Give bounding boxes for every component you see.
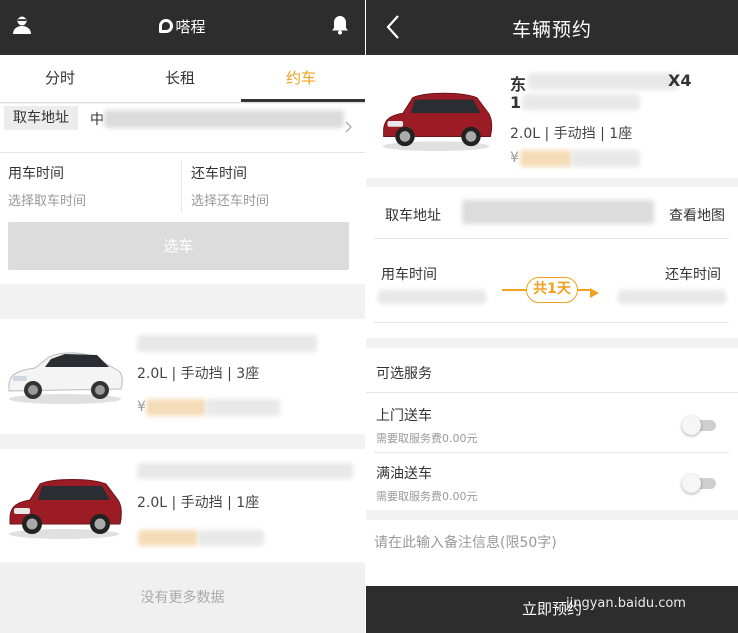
pickup-address-label: 取车地址 — [4, 106, 78, 130]
arrow-right-icon — [590, 284, 600, 303]
start-time-input[interactable]: 选择取车时间 — [8, 190, 86, 209]
end-time-label: 还车时间 — [665, 267, 721, 283]
service-fee: 需要取服务费0.00元 — [376, 490, 478, 503]
duration-line — [502, 289, 526, 291]
divider — [374, 452, 729, 453]
divider — [181, 160, 182, 212]
tab-bar: 分时 长租 约车 — [0, 55, 365, 103]
door-delivery-toggle[interactable] — [682, 416, 716, 435]
end-time-input[interactable]: 选择还车时间 — [191, 190, 269, 209]
toggle-knob — [682, 474, 701, 493]
service-fee: 需要取服务费0.00元 — [376, 432, 478, 445]
car-name-redacted — [528, 73, 678, 90]
select-car-button[interactable]: 选车 — [8, 222, 349, 270]
car-price-prefix: ¥ — [137, 399, 146, 415]
divider — [366, 392, 738, 393]
car-name-line2: 1 — [510, 93, 522, 112]
baidu-watermark: Baidu经验 — [565, 556, 659, 577]
end-time-label: 还车时间 — [191, 166, 247, 182]
service-name: 上门送车 — [376, 408, 432, 424]
tab-hourly[interactable]: 分时 — [0, 55, 120, 103]
remark-area — [366, 520, 738, 586]
top-bar: 嗒程 — [0, 0, 365, 55]
view-map-link[interactable]: 查看地图 — [669, 205, 725, 225]
divider — [374, 322, 729, 323]
chevron-right-icon[interactable] — [345, 118, 353, 137]
brand-name: 嗒程 — [175, 18, 206, 36]
tab-long-term[interactable]: 长租 — [120, 55, 240, 103]
top-bar: 车辆预约 — [366, 0, 738, 55]
divider — [0, 152, 365, 153]
car-price-prefix: ¥ — [510, 150, 519, 166]
car-price-redacted — [138, 530, 198, 546]
car-name-redacted — [522, 94, 640, 110]
toggle-knob — [682, 416, 701, 435]
duration-badge: 共1天 — [526, 277, 578, 303]
page-title: 车辆预约 — [511, 19, 592, 41]
start-time-label: 用车时间 — [8, 166, 64, 182]
car-specs: 2.0L | 手动挡 | 1座 — [510, 126, 633, 142]
full-tank-toggle[interactable] — [682, 474, 716, 493]
brand-logo: 嗒程 — [0, 16, 365, 37]
start-time-label: 用车时间 — [381, 267, 437, 283]
red-suv-image — [382, 92, 493, 152]
pickup-address-value[interactable]: 中 — [90, 109, 104, 129]
car-price-redacted — [572, 150, 640, 167]
pickup-address-label: 取车地址 — [385, 208, 441, 224]
car-name-redacted — [137, 463, 353, 479]
bell-icon[interactable] — [331, 15, 355, 39]
car-name-start: 东 — [510, 75, 527, 94]
start-time-redacted — [378, 290, 486, 304]
car-name-suffix: X4 — [668, 71, 692, 90]
booking-home-screen: 嗒程 分时 长租 约车 取车地址 中 用车时间 选择取车时间 还车时间 选择还车… — [0, 0, 365, 633]
pickup-address-redacted — [462, 200, 654, 224]
baidu-watermark-url: jingyan.baidu.com — [566, 596, 686, 611]
car-name-redacted — [137, 335, 317, 352]
tab-reserve[interactable]: 约车 — [241, 55, 361, 103]
red-suv-image — [9, 479, 122, 539]
car-specs: 2.0L | 手动挡 | 3座 — [137, 366, 260, 382]
pickup-address-redacted — [104, 110, 344, 128]
active-tab-indicator — [241, 99, 365, 102]
remark-input[interactable]: 请在此输入备注信息(限50字) — [374, 532, 557, 552]
no-more-data-text: 没有更多数据 — [0, 563, 365, 633]
services-title: 可选服务 — [376, 366, 432, 382]
white-sedan-image — [8, 352, 123, 404]
car-price-redacted — [206, 399, 280, 416]
car-price-redacted — [520, 150, 572, 167]
car-specs: 2.0L | 手动挡 | 1座 — [137, 495, 260, 511]
car-price-redacted — [198, 530, 264, 546]
end-time-redacted — [618, 290, 726, 304]
car-price-redacted — [146, 399, 206, 416]
service-name: 满油送车 — [376, 466, 432, 482]
brand-logo-icon — [159, 19, 174, 33]
divider — [374, 238, 729, 239]
